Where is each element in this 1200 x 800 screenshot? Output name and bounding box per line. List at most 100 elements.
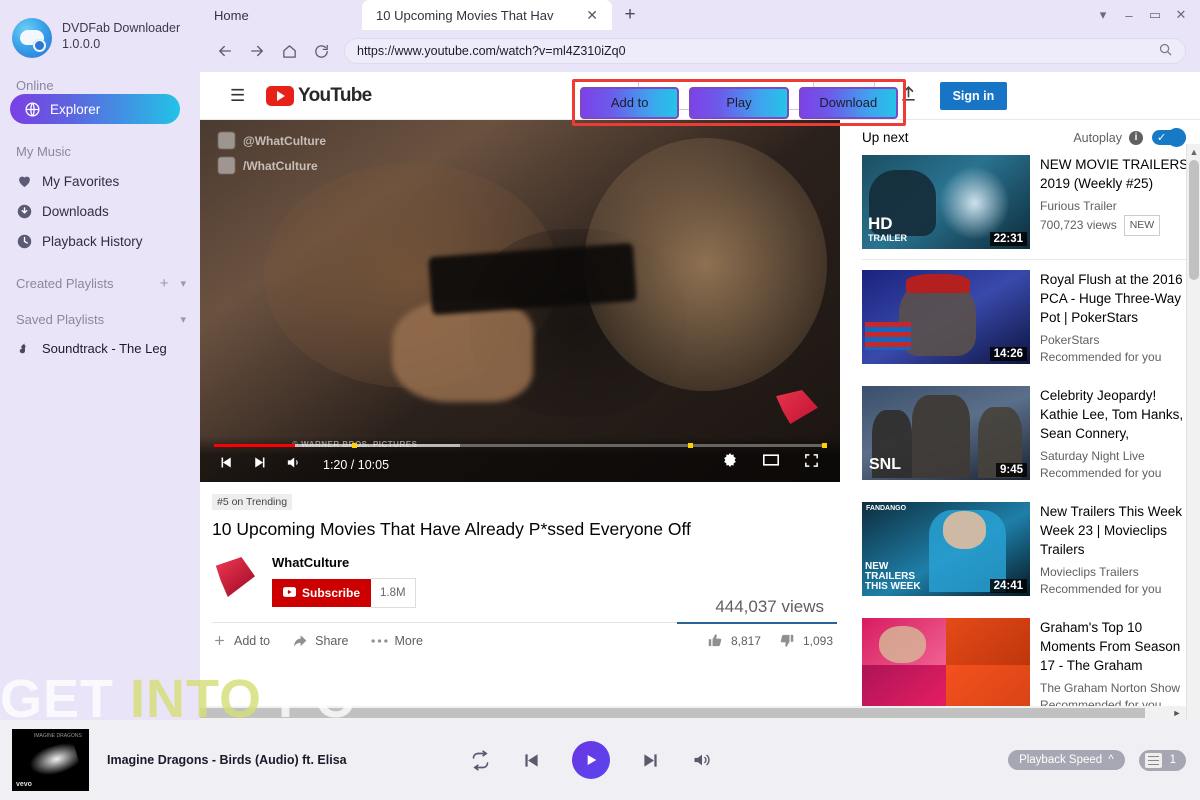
up-next-title: Up next (862, 130, 909, 145)
sidebar-item-playback-history[interactable]: Playback History (0, 226, 200, 256)
add-playlist-icon[interactable]: + (160, 275, 169, 292)
list-item[interactable]: Graham's Top 10 Moments From Season 17 -… (862, 608, 1198, 720)
sidebar-item-my-favorites[interactable]: My Favorites (0, 166, 200, 196)
arrow-right-icon[interactable] (248, 42, 266, 60)
queue-list-icon (1144, 752, 1162, 768)
tab-youtube-video-label: 10 Upcoming Movies That Hav (376, 7, 554, 23)
sidebar-section-online-label: Online (16, 77, 54, 93)
scroll-right-icon[interactable]: ► (1170, 706, 1184, 720)
home-icon[interactable] (280, 42, 298, 60)
fullscreen-icon[interactable] (803, 452, 820, 474)
like-button[interactable]: 8,817 (707, 633, 761, 648)
chevron-up-icon: ^ (1108, 754, 1114, 766)
sidebar-section-my-music-label: My Music (16, 143, 71, 159)
video-thumbnail: NEW TRAILERS THIS WEEK FANDANGO 24:41 (862, 502, 1030, 596)
subscribe-play-icon (283, 586, 296, 600)
queue-button[interactable]: 1 (1138, 749, 1186, 771)
youtube-page: ☰ YouTube Sign in @WhatCulture /WhatCult… (200, 72, 1200, 720)
twitter-handle: @WhatCulture (243, 133, 327, 148)
suggestion-meta: Recommended for you (1040, 466, 1162, 480)
list-item[interactable]: SNL 9:45 Celebrity Jeopardy! Kathie Lee,… (862, 376, 1198, 492)
dislike-button[interactable]: 1,093 (779, 633, 833, 648)
hamburger-icon[interactable]: ☰ (230, 86, 250, 106)
search-icon[interactable] (1158, 42, 1173, 60)
play-button[interactable] (572, 741, 610, 779)
add-to-button-overlay[interactable]: Add to (580, 86, 680, 119)
video-player[interactable]: @WhatCulture /WhatCulture © WARNER BROS.… (200, 120, 840, 482)
twitter-handle-row: @WhatCulture (218, 132, 326, 149)
collapse-saved-playlists-icon[interactable]: ▾ (180, 313, 186, 326)
music-note-icon (16, 340, 33, 357)
skip-previous-icon[interactable] (521, 750, 542, 771)
skip-next-icon[interactable] (640, 750, 661, 771)
minimize-icon[interactable]: – (1116, 0, 1142, 30)
sidebar-section-online: Online (0, 76, 200, 94)
channel-avatar[interactable] (212, 555, 258, 601)
volume-icon[interactable] (284, 454, 303, 476)
list-item[interactable]: 14:26 Royal Flush at the 2016 PCA - Huge… (862, 260, 1198, 376)
video-progress-bar[interactable] (214, 443, 827, 448)
vevo-label: vevo (16, 781, 32, 788)
suggestion-title: Celebrity Jeopardy! Kathie Lee, Tom Hank… (1040, 388, 1184, 441)
video-divider (212, 622, 837, 624)
app-version: 1.0.0.0 (62, 37, 101, 51)
suggestion-channel: Movieclips Trailers (1040, 565, 1139, 579)
skip-previous-icon[interactable] (218, 454, 235, 476)
url-text: https://www.youtube.com/watch?v=ml4Z310i… (357, 44, 626, 58)
tab-youtube-video[interactable]: 10 Upcoming Movies That Hav ✕ (362, 0, 612, 30)
suggestion-meta-row: 700,723 views NEW (1040, 215, 1198, 236)
window-menu-dropdown-icon[interactable]: ▾ (1090, 0, 1116, 30)
list-item[interactable]: NEW TRAILERS THIS WEEK FANDANGO 24:41 New … (862, 492, 1198, 608)
list-item[interactable]: HD TRAILER 22:31 NEW MOVIE TRAILERS 2019… (862, 145, 1198, 259)
maximize-icon[interactable]: ▭ (1142, 0, 1168, 30)
more-button[interactable]: More (370, 633, 423, 648)
video-thumbnail: SNL 9:45 (862, 386, 1030, 480)
subscriber-count: 1.8M (371, 578, 416, 608)
playback-speed-button[interactable]: Playback Speed ^ (1008, 750, 1125, 770)
share-button[interactable]: Share (292, 633, 349, 648)
subscribe-button[interactable]: Subscribe (272, 579, 372, 607)
tab-home[interactable]: Home (200, 0, 362, 30)
horizontal-scrollbar[interactable]: ► (200, 706, 1186, 720)
sign-in-button[interactable]: Sign in (939, 81, 1008, 110)
vertical-scrollbar[interactable]: ▲ ▼ (1186, 144, 1200, 720)
more-label: More (394, 633, 423, 648)
volume-icon[interactable] (691, 750, 713, 770)
sidebar-section-created-playlists-label: Created Playlists (16, 275, 114, 291)
sidebar-item-explorer[interactable]: Explorer (10, 94, 180, 124)
trending-badge: #5 on Trending (212, 494, 293, 510)
suggestion-channel: Saturday Night Live (1040, 449, 1145, 463)
bottom-right-controls: Playback Speed ^ 1 (1008, 749, 1186, 771)
youtube-logo[interactable]: YouTube (266, 85, 372, 107)
video-actions: Add to Share More 8,817 1,093 (212, 633, 837, 648)
play-button-overlay[interactable]: Play (689, 86, 789, 119)
download-button-overlay[interactable]: Download (798, 86, 898, 119)
close-window-icon[interactable]: ✕ (1168, 0, 1194, 30)
scroll-up-icon[interactable]: ▲ (1187, 144, 1200, 160)
arrow-left-icon[interactable] (216, 42, 234, 60)
reload-icon[interactable] (312, 42, 330, 60)
info-icon[interactable]: i (1129, 130, 1143, 145)
vertical-scrollbar-thumb[interactable] (1189, 160, 1199, 280)
theater-mode-icon[interactable] (761, 452, 781, 473)
sidebar-playlist-soundtrack[interactable]: Soundtrack - The Leg (0, 334, 200, 362)
channel-name[interactable]: WhatCulture (272, 555, 416, 570)
repeat-icon[interactable] (470, 749, 491, 771)
autoplay-toggle[interactable]: ✓ (1152, 128, 1186, 147)
dvdfab-downloader-window: DVDFab Downloader 1.0.0.0 Online Explore… (0, 0, 1200, 800)
sidebar-playlist-label: Soundtrack - The Leg (42, 340, 167, 356)
title-bar: Home 10 Upcoming Movies That Hav ✕ + ▾ –… (200, 0, 1200, 30)
url-input[interactable]: https://www.youtube.com/watch?v=ml4Z310i… (344, 38, 1186, 64)
skip-next-icon[interactable] (251, 454, 268, 476)
collapse-created-playlists-icon[interactable]: ▾ (180, 277, 186, 290)
new-tab-button[interactable]: + (612, 0, 648, 30)
like-count: 8,817 (730, 633, 761, 648)
download-circle-icon (16, 203, 33, 220)
playback-controls (470, 741, 713, 779)
share-label: Share (315, 633, 349, 648)
horizontal-scrollbar-thumb[interactable] (200, 708, 1145, 718)
gear-icon[interactable] (721, 451, 739, 474)
close-icon[interactable]: ✕ (586, 7, 598, 24)
sidebar-item-downloads[interactable]: Downloads (0, 196, 200, 226)
add-to-button[interactable]: Add to (212, 633, 270, 648)
